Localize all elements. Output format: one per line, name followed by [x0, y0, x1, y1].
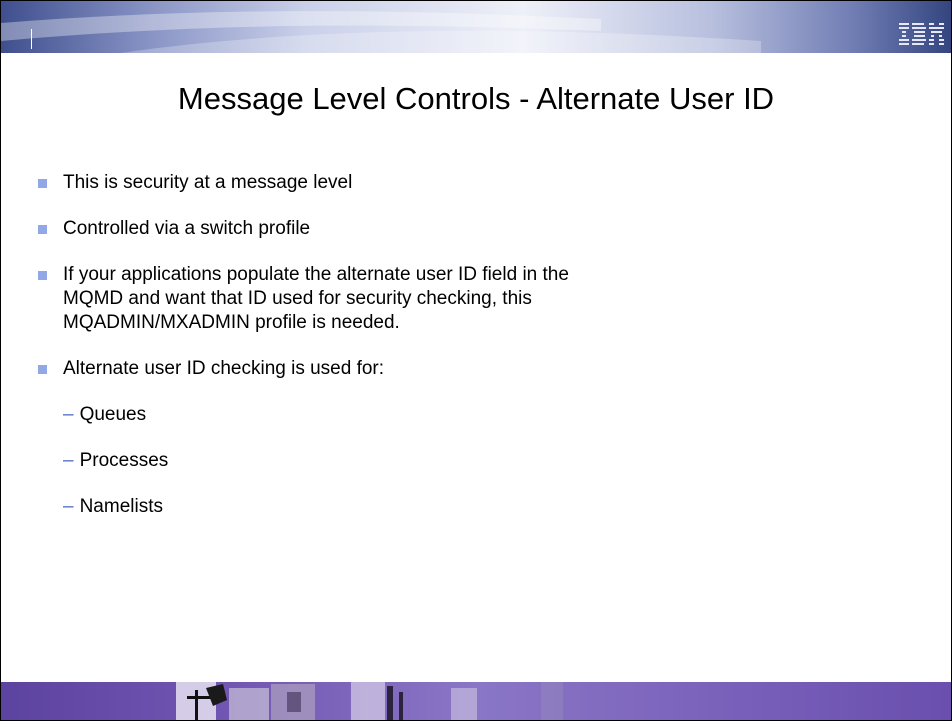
footer-photo-strip-graphic [176, 682, 563, 720]
sub-bullet-label: Queues [79, 404, 147, 425]
dash-marker-icon: – [63, 404, 74, 425]
bullet-square-icon [38, 271, 47, 280]
footer-band [1, 682, 951, 720]
bullet-list: This is security at a message level Cont… [1, 1, 951, 641]
bullet-item-line: If your applications populate the altern… [63, 264, 569, 285]
slide: Message Level Controls - Alternate User … [0, 0, 952, 721]
sub-bullet-item: – Processes [63, 449, 168, 473]
sub-bullet-label: Namelists [79, 496, 163, 517]
bullet-item: Controlled via a switch profile [63, 218, 311, 239]
sub-bullet-item: – Namelists [63, 495, 163, 519]
sub-bullet-item: – Queues [63, 403, 146, 427]
bullet-square-icon [38, 179, 47, 188]
dash-marker-icon: – [63, 450, 74, 471]
bullet-item: Alternate user ID checking is used for: [63, 358, 385, 379]
bullet-item-line: MQADMIN/MXADMIN profile is needed. [63, 312, 400, 333]
bullet-square-icon [38, 365, 47, 374]
sub-bullet-label: Processes [79, 450, 169, 471]
dash-marker-icon: – [63, 496, 74, 517]
bullet-item: This is security at a message level [63, 172, 353, 193]
bullet-item-line: MQMD and want that ID used for security … [63, 288, 532, 309]
bullet-square-icon [38, 225, 47, 234]
